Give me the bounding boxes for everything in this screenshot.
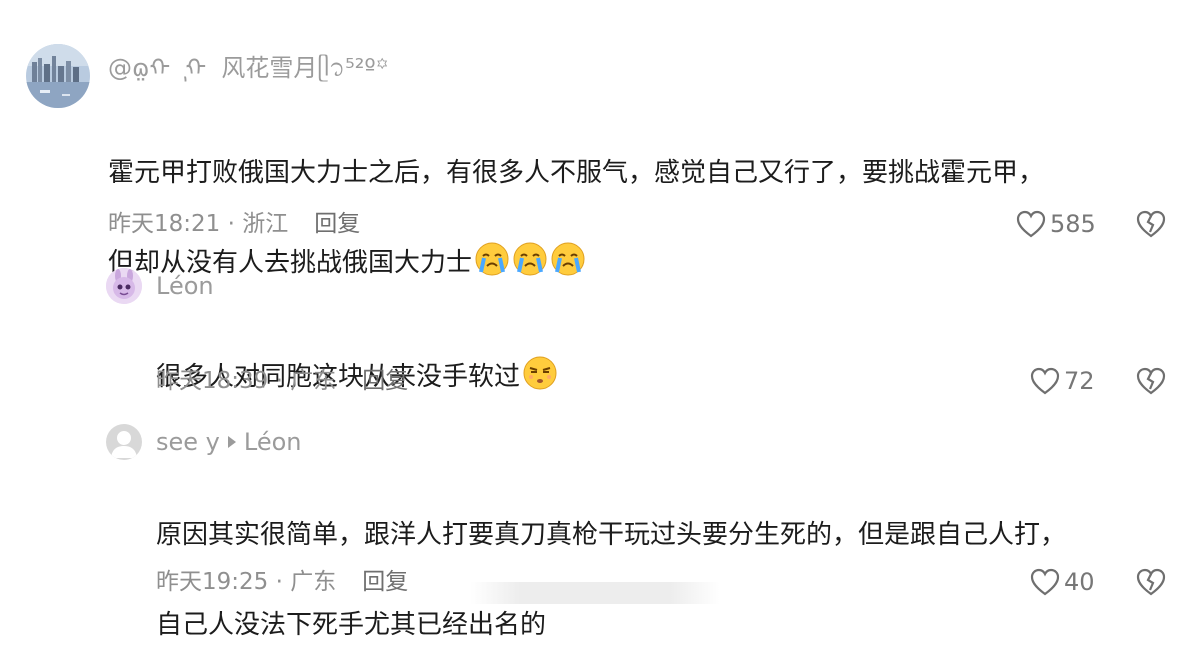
reply-location: 广东 [290, 569, 337, 595]
avatar[interactable] [106, 424, 142, 460]
avatar[interactable] [26, 44, 90, 108]
reply-to-username[interactable]: Léon [244, 428, 302, 456]
comment-username[interactable]: @ɷ̤ᡣ ٖ ᡣ ͏ 风花雪月ᥫ᭡⁵²º꙳ [108, 52, 389, 84]
like-count: 40 [1064, 568, 1095, 596]
like-button[interactable]: 585 [1016, 208, 1096, 240]
crying-face-emoji [510, 242, 548, 278]
meta-separator: · [268, 368, 291, 394]
reply-meta: 昨天19:25 · 广东 回复 [156, 566, 408, 598]
heart-outline-icon [1016, 210, 1046, 238]
reply-button[interactable]: 回复 [314, 211, 360, 237]
comment-time: 昨天18:21 [108, 211, 221, 237]
watermark-overlay [470, 582, 720, 604]
meta-separator: · [220, 211, 243, 237]
reply-username-line: see y Léon [156, 426, 301, 458]
reply-button[interactable]: 回复 [362, 368, 408, 394]
reply-button[interactable]: 回复 [362, 569, 408, 595]
reply-meta: 昨天18:39 · 广东 回复 [156, 365, 408, 397]
broken-heart-icon [1136, 367, 1166, 395]
reply-time: 昨天18:39 [156, 368, 269, 394]
crying-face-emoji [548, 242, 586, 278]
heart-outline-icon [1030, 367, 1060, 395]
broken-heart-icon [1136, 210, 1166, 238]
comment-text-line: 霍元甲打败俄国大力士之后，有很多人不服气，感觉自己又行了，要挑战霍元甲， [108, 158, 1045, 188]
like-button[interactable]: 40 [1030, 566, 1095, 598]
reply-username[interactable]: see y [156, 428, 220, 456]
meta-separator: · [268, 569, 291, 595]
like-count: 585 [1050, 210, 1096, 238]
reply-text-line: 自己人没法下死手尤其已经出名的 [156, 610, 547, 640]
dislike-button[interactable] [1136, 367, 1166, 395]
dislike-button[interactable] [1136, 210, 1166, 238]
reply-time: 昨天19:25 [156, 569, 269, 595]
crying-face-emoji [472, 242, 510, 278]
unamused-face-emoji [520, 356, 558, 392]
heart-outline-icon [1030, 568, 1060, 596]
reply-location: 广东 [290, 368, 337, 394]
like-button[interactable]: 72 [1030, 365, 1095, 397]
dislike-button[interactable] [1136, 568, 1166, 596]
broken-heart-icon [1136, 568, 1166, 596]
like-count: 72 [1064, 367, 1095, 395]
avatar[interactable] [106, 268, 142, 304]
comment-meta: 昨天18:21 · 浙江 回复 [108, 208, 360, 240]
comment-location: 浙江 [242, 211, 289, 237]
reply-to-arrow-icon [227, 436, 236, 448]
reply-text: 原因其实很简单，跟洋人打要真刀真枪干玩过头要分生死的，但是跟自己人打， 自己人没… [156, 468, 1066, 648]
comment-text: 霍元甲打败俄国大力士之后，有很多人不服气，感觉自己又行了，要挑战霍元甲， 但却从… [108, 106, 1044, 286]
reply-username[interactable]: Léon [156, 270, 214, 302]
reply-text-line: 原因其实很简单，跟洋人打要真刀真枪干玩过头要分生死的，但是跟自己人打， [156, 520, 1067, 550]
